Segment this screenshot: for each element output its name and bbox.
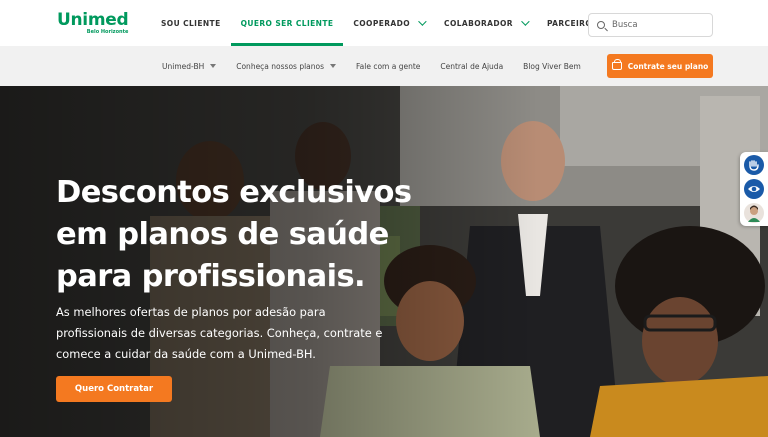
main-nav: SOU CLIENTE QUERO SER CLIENTE COOPERADO …	[151, 0, 622, 46]
shopping-cart-icon	[611, 59, 622, 70]
hero-title-line: Descontos exclusivos	[56, 175, 412, 210]
contrate-seu-plano-button[interactable]: Contrate seu plano	[607, 54, 713, 78]
chevron-down-icon	[521, 17, 530, 26]
hero-cta-label: Quero Contratar	[74, 384, 154, 394]
nav-item-label: SOU CLIENTE	[161, 18, 221, 28]
sub-nav-item-central-ajuda[interactable]: Central de Ajuda	[430, 62, 513, 71]
caret-down-icon	[330, 64, 337, 68]
accessibility-panel	[740, 152, 768, 226]
sub-header: Unimed-BH Conheça nossos planos Fale com…	[0, 46, 768, 86]
sub-nav-item-fale-conosco[interactable]: Fale com a gente	[346, 62, 430, 71]
sub-nav-item-planos[interactable]: Conheça nossos planos	[226, 62, 346, 71]
cta-label: Contrate seu plano	[627, 61, 709, 71]
assistant-avatar-icon	[748, 205, 760, 222]
hero-title-line: para profissionais.	[56, 259, 366, 294]
hero-description-line: profissionais de diversas categorias. Co…	[56, 326, 383, 340]
sub-nav-item-label: Conheça nossos planos	[236, 61, 325, 71]
sub-nav-item-label: Unimed-BH	[162, 61, 205, 71]
quero-contratar-button[interactable]: Quero Contratar	[56, 376, 172, 402]
unimed-logo[interactable]: Unimed Belo Horizonte	[57, 10, 129, 35]
assistant-button[interactable]	[744, 203, 764, 223]
chevron-down-icon	[418, 17, 427, 26]
sub-nav-item-blog[interactable]: Blog Viver Bem	[513, 62, 591, 71]
sign-language-button[interactable]	[744, 155, 764, 175]
sub-nav-item-label: Central de Ajuda	[440, 61, 504, 71]
nav-item-label: COLABORADOR	[444, 18, 513, 28]
hero-title-line: em planos de saúde	[56, 217, 389, 252]
nav-item-sou-cliente[interactable]: SOU CLIENTE	[151, 0, 231, 46]
caret-down-icon	[210, 64, 217, 68]
nav-item-colaborador[interactable]: COLABORADOR	[434, 0, 537, 46]
nav-item-quero-ser-cliente[interactable]: QUERO SER CLIENTE	[230, 0, 344, 46]
hero-banner: Descontos exclusivos em planos de saúde …	[0, 86, 768, 437]
logo-wordmark: Unimed	[57, 10, 129, 30]
eye-button[interactable]	[744, 179, 764, 199]
sub-nav: Unimed-BH Conheça nossos planos Fale com…	[152, 46, 591, 86]
sub-nav-item-label: Blog Viver Bem	[523, 61, 581, 71]
hero-description-line: comece a cuidar da saúde com a Unimed-BH…	[56, 347, 316, 361]
eye-icon	[748, 186, 760, 192]
nav-item-label: QUERO SER CLIENTE	[240, 18, 334, 28]
sub-nav-item-unimed-bh[interactable]: Unimed-BH	[152, 62, 226, 71]
top-header: Unimed Belo Horizonte SOU CLIENTE QUERO …	[0, 0, 768, 46]
nav-item-label: COOPERADO	[353, 18, 411, 28]
nav-item-cooperado[interactable]: COOPERADO	[343, 0, 434, 46]
search-box[interactable]	[588, 13, 713, 37]
sign-language-hand-icon	[749, 160, 759, 171]
hero-title: Descontos exclusivos em planos de saúde …	[56, 172, 416, 298]
hero-description: As melhores ofertas de planos por adesão…	[56, 302, 416, 365]
search-input[interactable]	[612, 20, 702, 30]
search-icon	[597, 21, 605, 29]
sub-nav-item-label: Fale com a gente	[356, 61, 421, 71]
hero-description-line: As melhores ofertas de planos por adesão…	[56, 305, 326, 319]
